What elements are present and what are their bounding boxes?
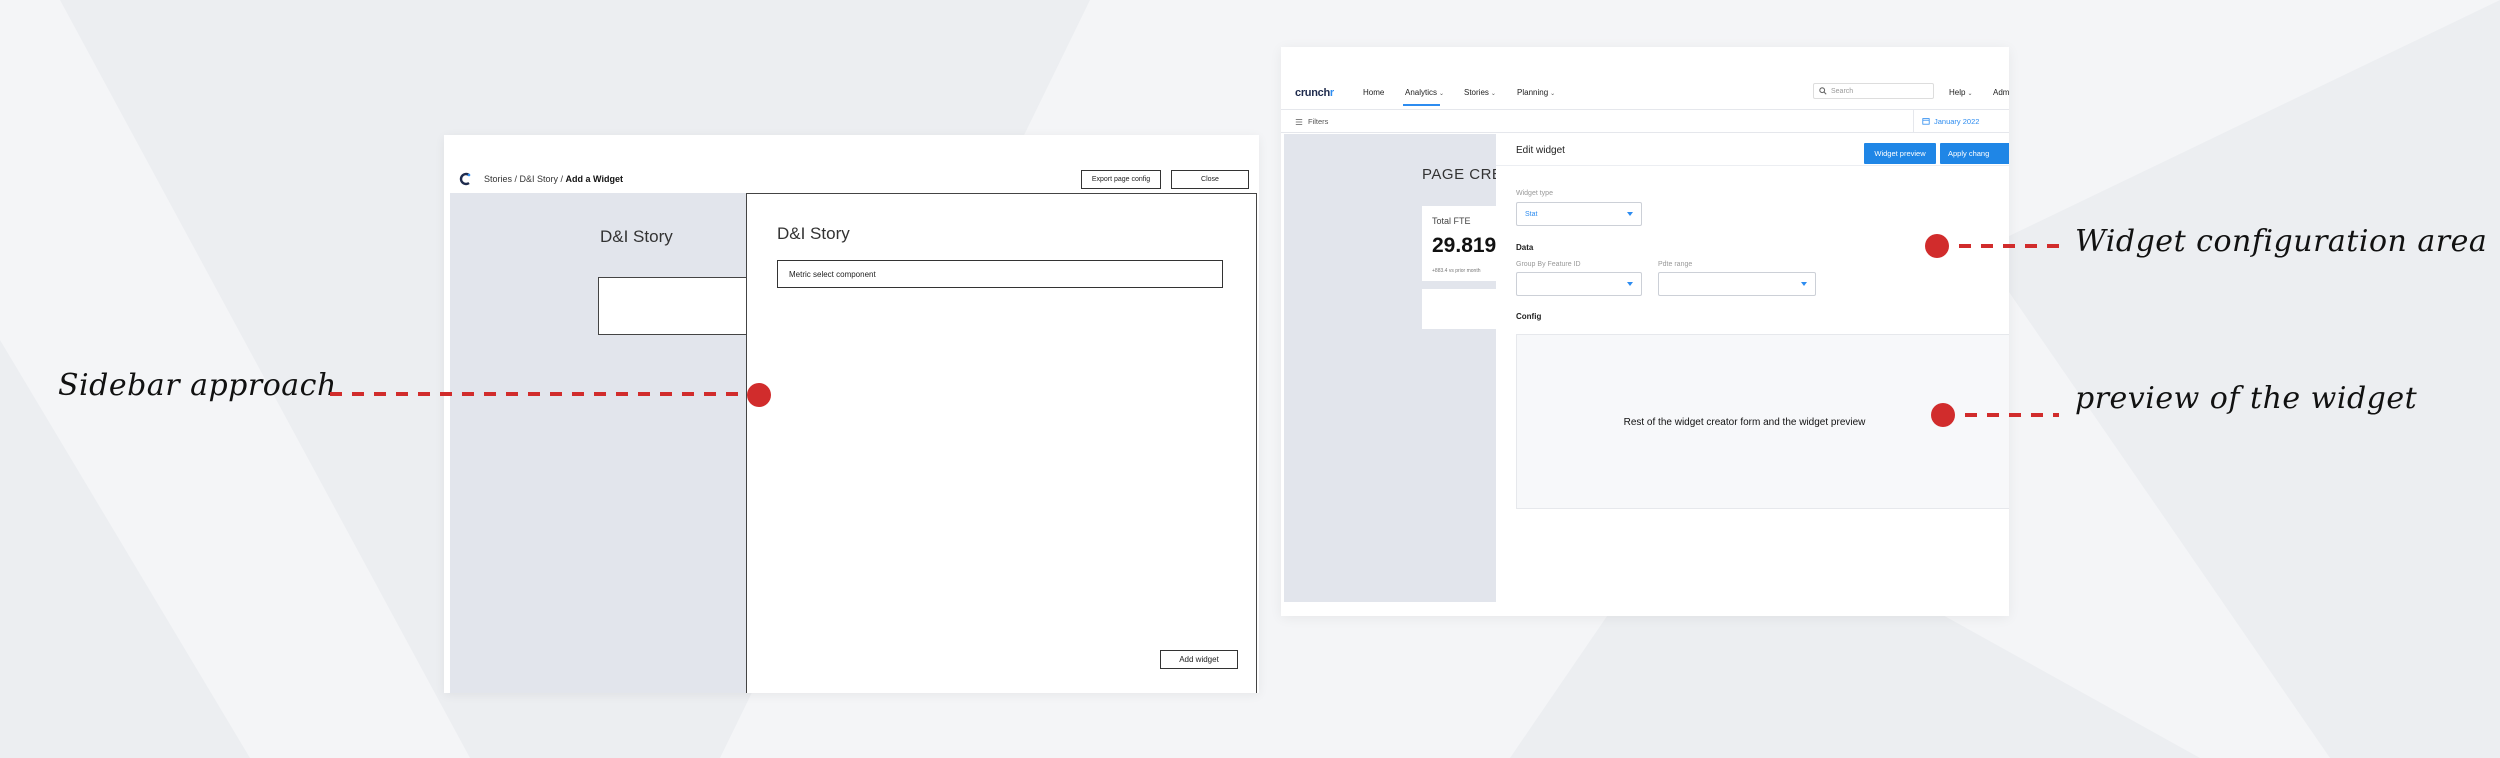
widget-placeholder-card[interactable] (598, 277, 758, 335)
kpi-label: Total FTE (1432, 216, 1471, 226)
pdte-range-select[interactable] (1658, 272, 1816, 296)
date-label: January 2022 (1934, 116, 1980, 126)
apply-changes-button[interactable]: Apply chang (1940, 143, 2009, 164)
export-page-config-button[interactable]: Export page config (1081, 170, 1161, 189)
add-widget-sidebar: D&I Story Metric select component Add wi… (746, 193, 1257, 693)
close-button[interactable]: Close (1171, 170, 1249, 189)
nav-label: Planning (1517, 88, 1549, 97)
header: Stories / D&I Story / Add a Widget Expor… (444, 135, 1259, 193)
calendar-icon (1922, 118, 1930, 125)
canvas-title: D&I Story (600, 227, 673, 246)
config-section-title: Config (1516, 312, 1542, 321)
chevron-down-icon (1801, 282, 1807, 286)
add-widget-button[interactable]: Add widget (1160, 650, 1238, 669)
nav-item-analytics[interactable]: Analytics ⌄ (1405, 88, 1444, 97)
panel-header: Edit widget Widget preview Apply chang (1496, 134, 2009, 166)
nav-label: Stories (1464, 88, 1489, 97)
group-by-label: Group By Feature ID (1516, 261, 1581, 268)
crunchr-logo[interactable]: crunchr (1295, 87, 1334, 99)
nav-item-planning[interactable]: Planning ⌄ (1517, 88, 1555, 97)
group-by-select[interactable] (1516, 272, 1642, 296)
logo-prefix: crunch (1295, 87, 1330, 99)
config-placeholder-text: Rest of the widget creator form and the … (1623, 417, 1866, 428)
nav-label: Home (1363, 88, 1385, 97)
nav-label: Help (1949, 88, 1966, 97)
annotation-preview: preview of the widget (2075, 381, 2418, 416)
top-navigation-bar: crunchr Home Analytics ⌄ Stories ⌄ Plannin… (1281, 47, 2009, 109)
search-input[interactable]: Search (1813, 83, 1934, 99)
chevron-down-icon: ⌄ (1550, 91, 1556, 97)
annotation-marker (1931, 403, 1955, 427)
active-nav-indicator (1403, 104, 1440, 106)
chevron-down-icon (1627, 282, 1633, 286)
annotation-marker (1925, 234, 1949, 258)
bg-shape (1980, 0, 2500, 758)
search-placeholder: Search (1831, 87, 1854, 95)
annotation-config-area: Widget configuration area (2075, 224, 2488, 259)
search-icon (1819, 87, 1827, 95)
kpi-value: 29.819 (1432, 234, 1497, 257)
date-picker[interactable]: January 2022 (1913, 110, 2009, 132)
annotation-connector (1959, 244, 2061, 248)
nav-item-stories[interactable]: Stories ⌄ (1464, 88, 1496, 97)
chevron-down-icon (1627, 212, 1633, 216)
sidebar-title: D&I Story (777, 224, 850, 243)
widget-type-select[interactable]: Stat (1516, 202, 1642, 226)
annotation-connector (330, 392, 742, 396)
pdte-range-label: Pdte range (1658, 261, 1693, 268)
sidebar-approach-mockup: Stories / D&I Story / Add a Widget Expor… (444, 135, 1259, 693)
breadcrumb: Stories / D&I Story / Add a Widget (484, 174, 623, 184)
kpi-subtext: +883.4 vs prior month (1432, 268, 1481, 274)
annotation-marker (747, 383, 771, 407)
logo-suffix: r (1329, 87, 1334, 99)
data-section-title: Data (1516, 243, 1534, 252)
metric-select-component[interactable]: Metric select component (777, 260, 1223, 288)
edit-widget-panel: Edit widget Widget preview Apply chang W… (1496, 134, 2009, 616)
chevron-down-icon: ⌄ (1490, 91, 1496, 97)
annotation-sidebar-approach: Sidebar approach (58, 368, 337, 403)
filters-label: Filters (1308, 117, 1329, 126)
breadcrumb-path[interactable]: Stories / D&I Story / (484, 174, 566, 184)
filter-list-icon (1295, 118, 1303, 125)
filters-toggle[interactable]: Filters (1295, 117, 1328, 126)
widget-type-label: Widget type (1516, 190, 1553, 197)
nav-item-home[interactable]: Home (1363, 88, 1384, 97)
nav-item-help[interactable]: Help ⌄ (1949, 88, 1972, 97)
dashboard-canvas: PAGE CREA Total FTE 29.819 +883.4 vs pri… (1284, 134, 1512, 602)
chevron-down-icon: ⌄ (1439, 91, 1445, 97)
widget-preview-button[interactable]: Widget preview (1864, 143, 1936, 164)
widget-type-value: Stat (1525, 210, 1538, 218)
nav-item-admin[interactable]: Adm (1993, 88, 2009, 97)
panel-title: Edit widget (1516, 145, 1565, 156)
breadcrumb-current: Add a Widget (565, 174, 623, 184)
filter-bar: Filters January 2022 (1281, 109, 2009, 133)
annotation-connector (1965, 413, 2059, 417)
chevron-down-icon: ⌄ (1967, 91, 1973, 97)
crunchr-logo-icon (459, 172, 471, 186)
nav-label: Analytics (1405, 88, 1438, 97)
edit-widget-mockup: crunchr Home Analytics ⌄ Stories ⌄ Plannin… (1281, 47, 2009, 616)
